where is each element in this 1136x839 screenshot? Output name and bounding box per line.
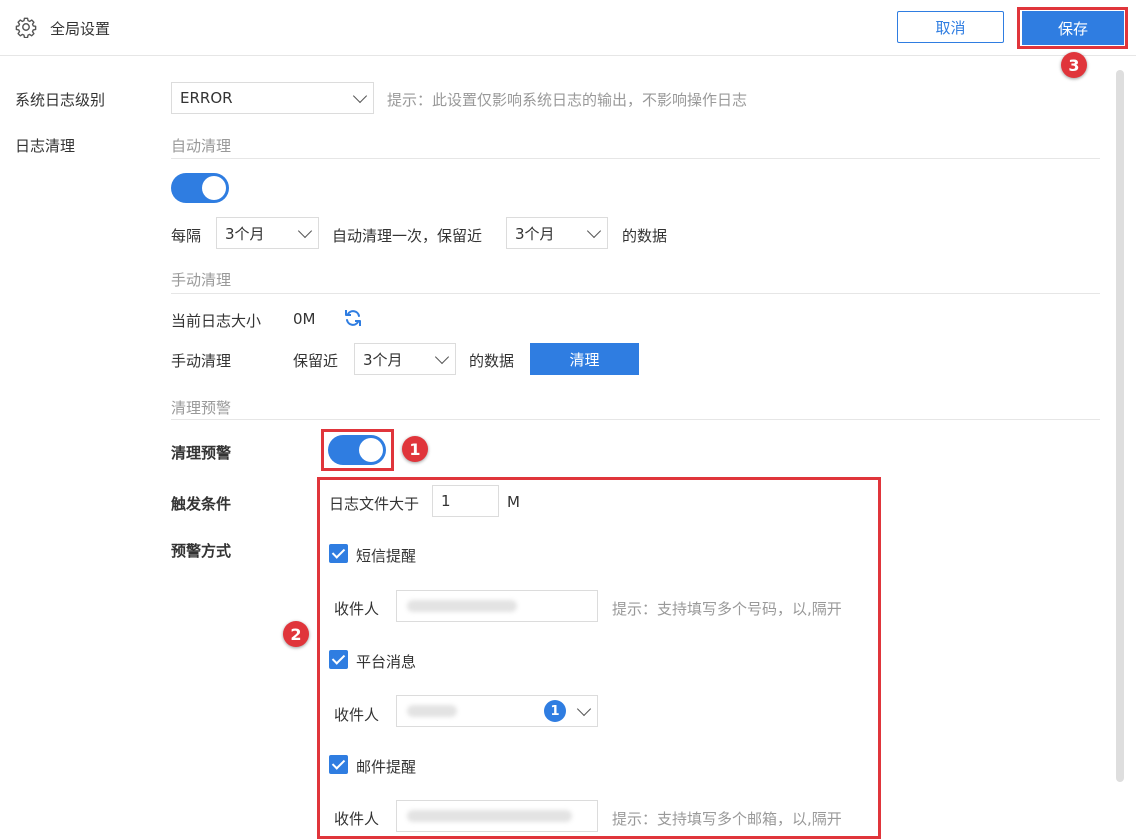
log-size-value: 0M xyxy=(293,310,316,328)
gear-icon xyxy=(15,17,37,38)
sms-label: 短信提醒 xyxy=(356,547,417,565)
chevron-down-icon xyxy=(586,223,602,239)
save-button[interactable]: 保存 xyxy=(1022,11,1124,45)
sms-checkbox[interactable] xyxy=(329,544,348,563)
log-level-value: ERROR xyxy=(180,89,233,107)
sms-hint: 提示：支持填写多个号码，以,隔开 xyxy=(612,600,842,618)
manual-suffix-text: 的数据 xyxy=(469,352,515,370)
warning-toggle[interactable] xyxy=(328,435,386,465)
refresh-icon[interactable] xyxy=(343,308,363,328)
annotation-marker-1: 1 xyxy=(402,436,428,462)
chevron-down-icon xyxy=(352,88,368,104)
redacted-value xyxy=(407,810,572,822)
auto-suffix-text: 的数据 xyxy=(622,227,668,245)
log-clean-label: 日志清理 xyxy=(15,137,76,155)
redacted-value xyxy=(407,705,457,717)
file-size-unit: M xyxy=(507,493,520,511)
auto-clean-section-title: 自动清理 xyxy=(171,137,232,155)
email-label: 邮件提醒 xyxy=(356,758,417,776)
log-level-label: 系统日志级别 xyxy=(15,91,106,109)
auto-retain-select[interactable]: 3个月 xyxy=(506,217,608,249)
cancel-button[interactable]: 取消 xyxy=(897,11,1004,43)
auto-interval-select[interactable]: 3个月 xyxy=(216,217,319,249)
chevron-down-icon xyxy=(434,349,450,365)
clean-button[interactable]: 清理 xyxy=(530,343,639,375)
chevron-down-icon xyxy=(297,223,313,239)
manual-clean-label: 手动清理 xyxy=(171,352,232,370)
manual-retain-label: 保留近 xyxy=(293,352,339,370)
auto-interval-value: 3个月 xyxy=(225,224,265,243)
warning-toggle-label: 清理预警 xyxy=(171,444,232,462)
platform-checkbox[interactable] xyxy=(329,650,348,669)
warning-section-title: 清理预警 xyxy=(171,399,232,417)
every-label: 每隔 xyxy=(171,227,202,245)
chevron-down-icon xyxy=(576,701,592,717)
file-size-value: 1 xyxy=(441,492,451,510)
log-size-label: 当前日志大小 xyxy=(171,312,262,330)
auto-retain-value: 3个月 xyxy=(515,224,555,243)
log-level-hint: 提示：此设置仅影响系统日志的输出，不影响操作日志 xyxy=(387,91,748,109)
divider xyxy=(171,419,1100,420)
platform-recipient-label: 收件人 xyxy=(334,706,380,724)
platform-recipient-select[interactable]: 1 xyxy=(396,695,598,727)
annotation-marker-2: 2 xyxy=(283,621,309,647)
selected-count-badge: 1 xyxy=(544,700,566,722)
divider xyxy=(171,158,1100,159)
file-size-input[interactable]: 1 xyxy=(432,485,499,517)
redacted-value xyxy=(407,600,517,612)
trigger-label: 触发条件 xyxy=(171,495,232,513)
platform-label: 平台消息 xyxy=(356,653,417,671)
manual-clean-section-title: 手动清理 xyxy=(171,271,232,289)
email-checkbox[interactable] xyxy=(329,755,348,774)
page-title: 全局设置 xyxy=(50,20,111,38)
top-bar: 全局设置 取消 保存 xyxy=(0,0,1136,56)
sms-recipient-input[interactable] xyxy=(396,590,598,622)
method-label: 预警方式 xyxy=(171,542,232,560)
email-hint: 提示：支持填写多个邮箱，以,隔开 xyxy=(612,810,842,828)
manual-retain-select[interactable]: 3个月 xyxy=(354,343,456,375)
log-level-select[interactable]: ERROR xyxy=(171,82,374,114)
annotation-marker-3: 3 xyxy=(1061,52,1087,78)
sms-recipient-label: 收件人 xyxy=(334,600,380,618)
email-recipient-label: 收件人 xyxy=(334,810,380,828)
auto-clean-toggle[interactable] xyxy=(171,173,229,203)
file-size-label: 日志文件大于 xyxy=(329,495,420,513)
auto-middle-text: 自动清理一次，保留近 xyxy=(332,227,483,245)
email-recipient-input[interactable] xyxy=(396,800,598,832)
scrollbar[interactable] xyxy=(1116,70,1124,782)
manual-retain-value: 3个月 xyxy=(363,350,403,369)
divider xyxy=(171,293,1100,294)
